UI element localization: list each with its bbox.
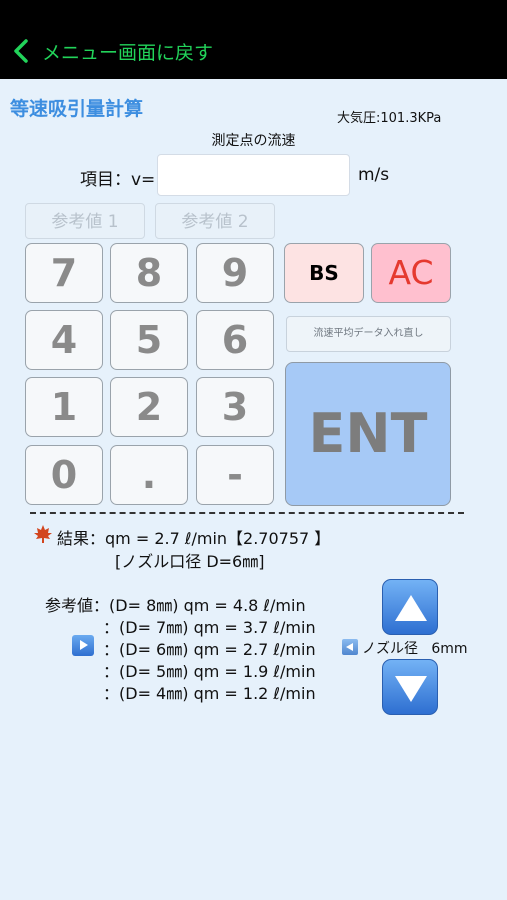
nozzle-down-button[interactable]	[382, 659, 438, 715]
arrow-down-icon	[395, 676, 427, 702]
key-2[interactable]: 2	[110, 377, 188, 437]
measurement-subtitle: 測定点の流速	[211, 133, 296, 149]
reference-row: ：(D= 5㎜) qm = 1.9 ℓ/min	[103, 662, 316, 681]
key-3[interactable]: 3	[196, 377, 274, 437]
key-7[interactable]: 7	[25, 243, 103, 303]
nozzle-up-button[interactable]	[382, 579, 438, 635]
arrow-up-icon	[395, 595, 427, 621]
input-label: 項目：v=	[80, 170, 156, 190]
key-8[interactable]: 8	[110, 243, 188, 303]
backspace-button[interactable]: BS	[284, 243, 364, 303]
divider	[30, 512, 464, 514]
back-label: メニュー画面に戻す	[42, 41, 214, 64]
key-5[interactable]: 5	[110, 310, 188, 370]
page-title: 等速吸引量計算	[10, 98, 144, 120]
maple-leaf-icon	[34, 525, 52, 543]
reference-row-selected: ：(D= 6㎜) qm = 2.7 ℓ/min	[103, 640, 316, 659]
play-icon	[72, 635, 94, 656]
result-line: 結果：qm = 2.7 ℓ/min【2.70757 】	[57, 529, 331, 548]
pressure-readout: 大気圧:101.3KPa	[337, 111, 442, 126]
key-4[interactable]: 4	[25, 310, 103, 370]
reference-row: ：(D= 4㎜) qm = 1.2 ℓ/min	[103, 684, 316, 703]
key-6[interactable]: 6	[196, 310, 274, 370]
key-1[interactable]: 1	[25, 377, 103, 437]
key-0[interactable]: 0	[25, 445, 103, 505]
nozzle-diameter: ノズル径 6mm	[362, 641, 468, 657]
reload-average-button[interactable]: 流速平均データ入れ直し	[286, 316, 451, 352]
back-button[interactable]: メニュー画面に戻す	[10, 36, 213, 66]
arrow-left-icon	[342, 639, 358, 655]
reference-label: 参考値：(D= 8㎜) qm = 4.8 ℓ/min	[45, 596, 306, 615]
key-9[interactable]: 9	[196, 243, 274, 303]
velocity-input[interactable]	[157, 154, 350, 196]
navigation-bar: メニュー画面に戻す	[0, 0, 507, 79]
enter-button[interactable]: ENT	[285, 362, 451, 506]
all-clear-button[interactable]: AC	[371, 243, 451, 303]
chevron-left-icon	[14, 39, 28, 63]
key-decimal[interactable]: .	[110, 445, 188, 505]
reference-row: ：(D= 7㎜) qm = 3.7 ℓ/min	[103, 618, 316, 637]
unit-label: m/s	[358, 165, 390, 185]
reference-2-button[interactable]: 参考値 2	[155, 203, 275, 239]
result-nozzle-line: [ノズル口径 D=6㎜]	[115, 552, 265, 571]
key-minus[interactable]: -	[196, 445, 274, 505]
reference-1-button[interactable]: 参考値 1	[25, 203, 145, 239]
